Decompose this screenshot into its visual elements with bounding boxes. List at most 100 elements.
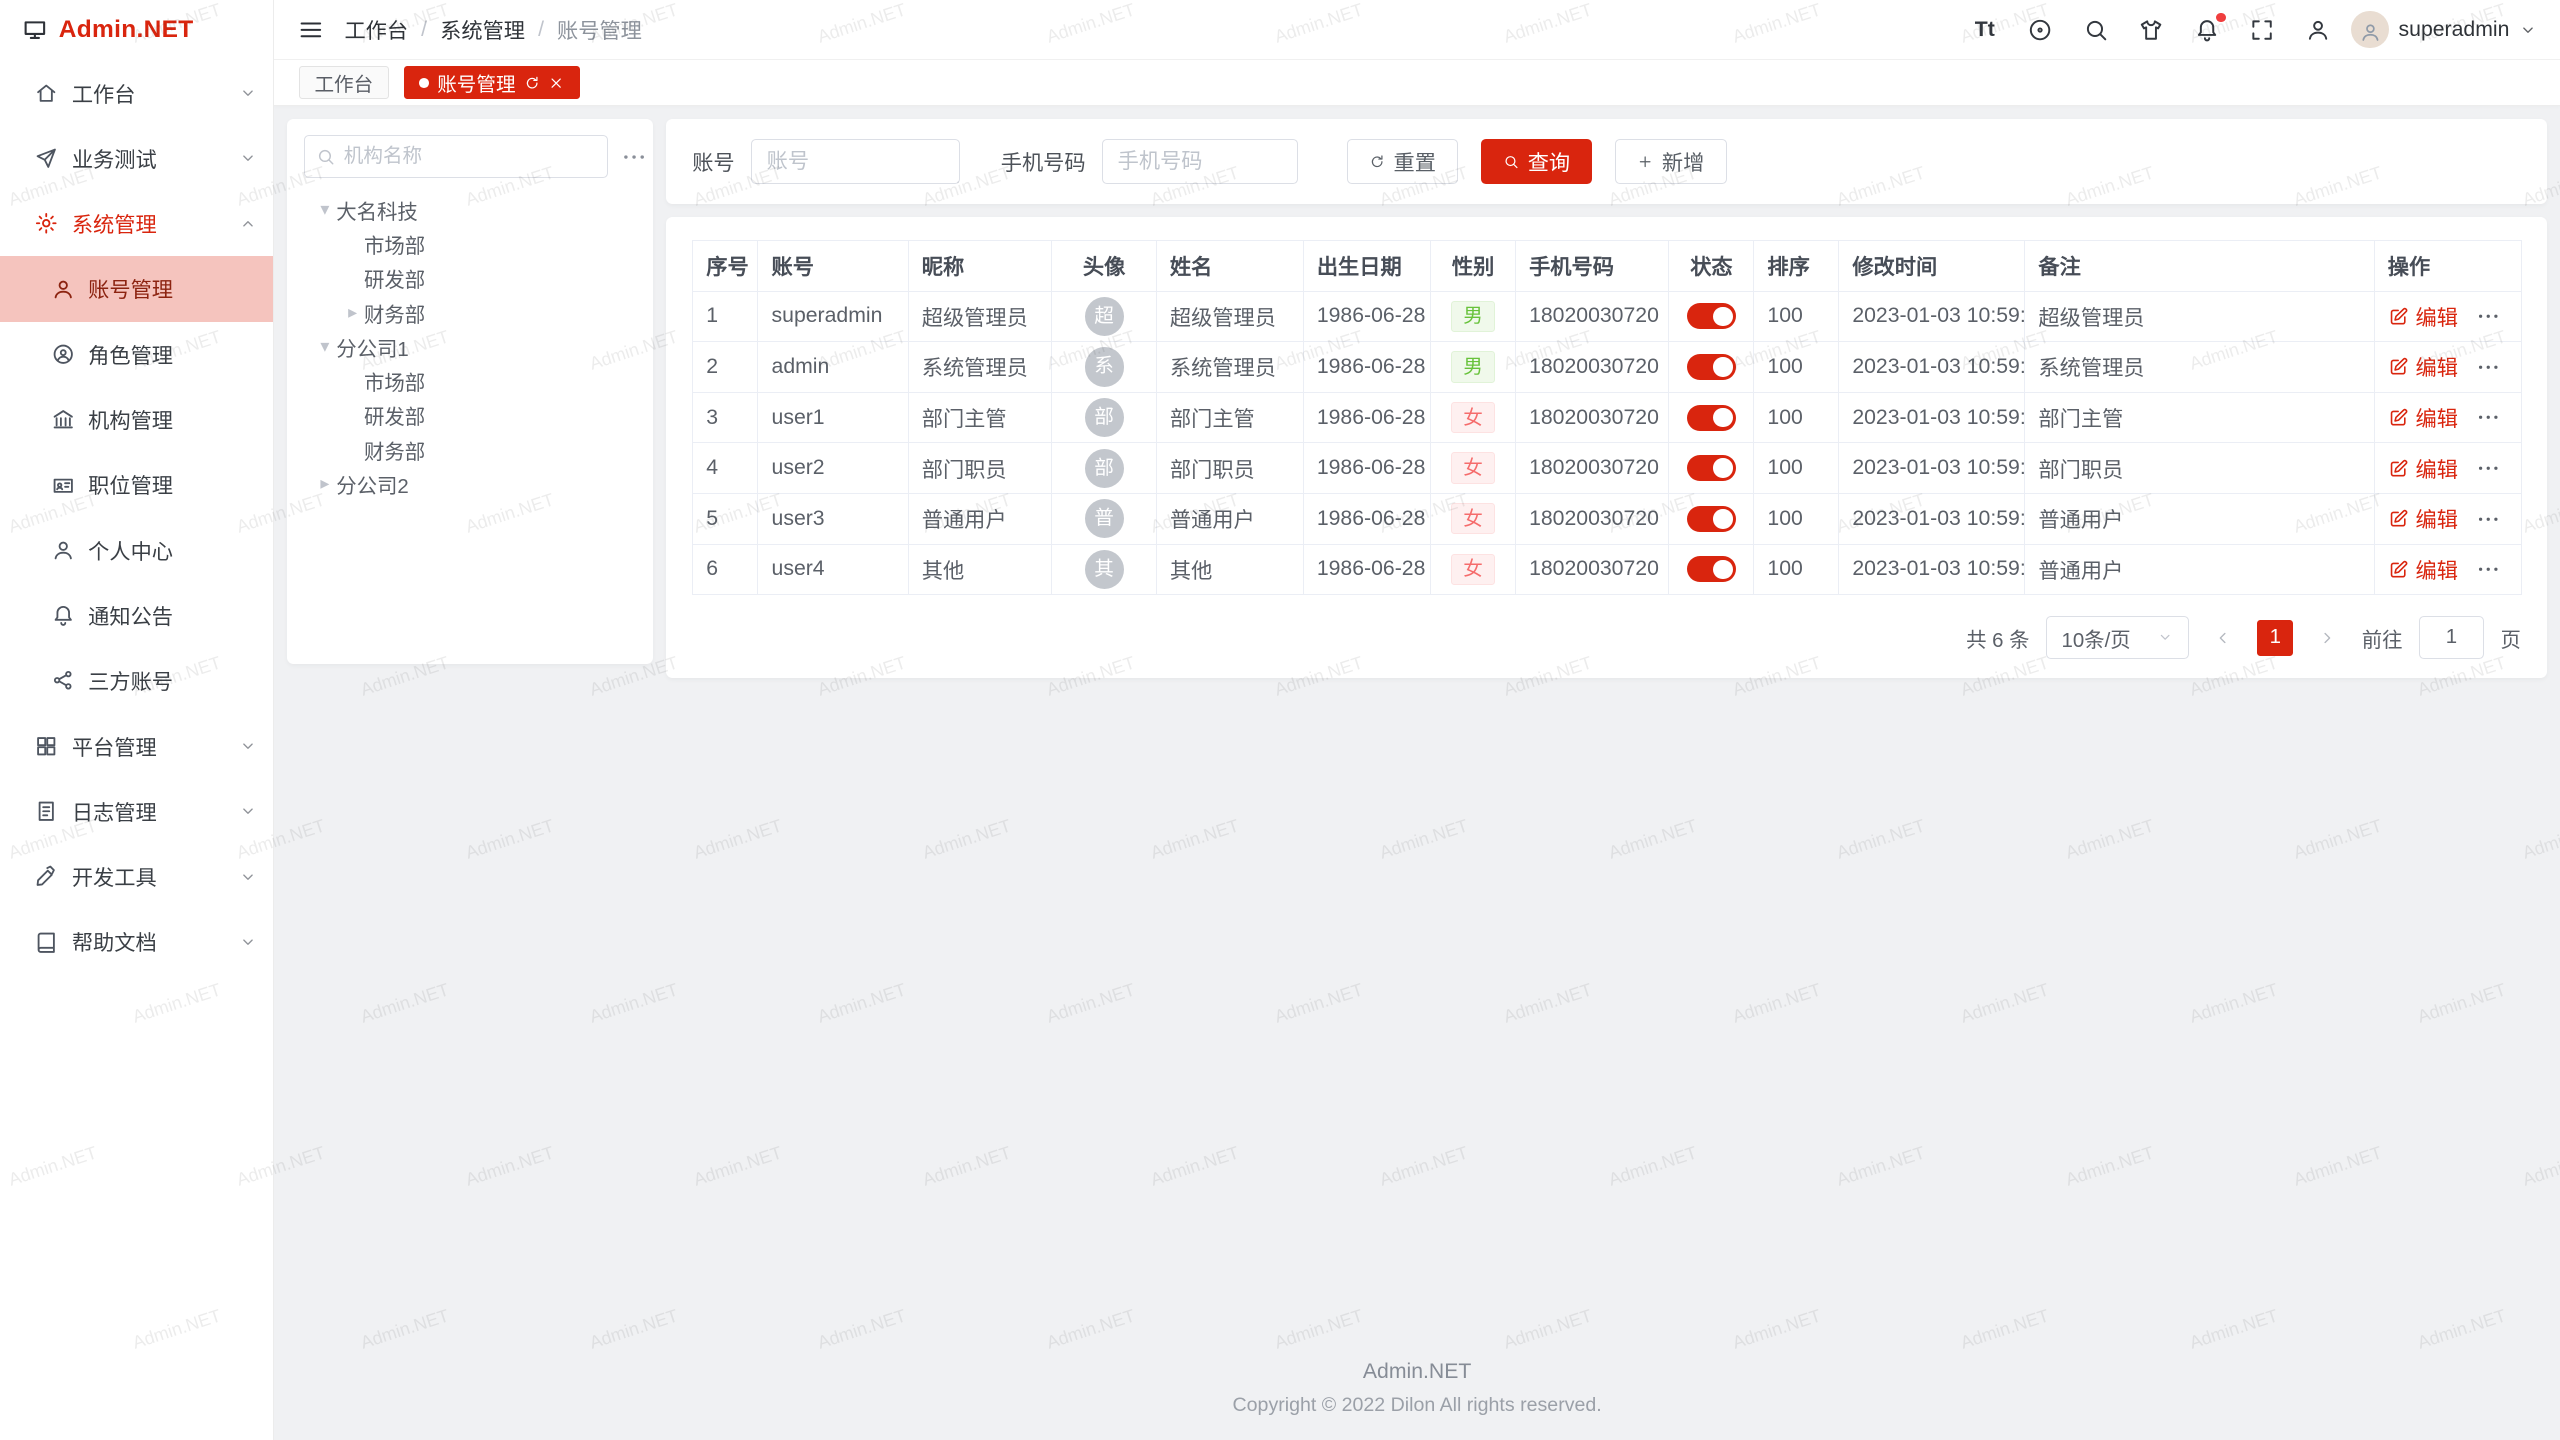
search-button[interactable] bbox=[2082, 16, 2110, 44]
more-actions-button[interactable] bbox=[2476, 456, 2500, 480]
prev-page-button[interactable] bbox=[2205, 620, 2241, 656]
sidebar-item-system-management[interactable]: 系统管理 bbox=[0, 191, 273, 256]
tree-node[interactable]: 研发部 bbox=[304, 398, 637, 432]
cell-avatar: 其 bbox=[1052, 544, 1156, 595]
status-toggle[interactable] bbox=[1687, 354, 1736, 380]
phone-input[interactable] bbox=[1102, 139, 1298, 185]
edit-button[interactable]: 编辑 bbox=[2388, 503, 2458, 534]
tree-node-label: 市场部 bbox=[364, 229, 425, 259]
tree-node-label: 财务部 bbox=[364, 435, 425, 465]
sidebar-item-notice-announcement[interactable]: 通知公告 bbox=[0, 583, 273, 648]
tree-node-label: 分公司2 bbox=[336, 469, 409, 499]
tree-node[interactable]: ▾分公司1 bbox=[304, 330, 637, 364]
sidebar-item-personal-center[interactable]: 个人中心 bbox=[0, 517, 273, 582]
chevdown-icon bbox=[2519, 21, 2537, 39]
more-actions-button[interactable] bbox=[2476, 405, 2500, 429]
font-size-button[interactable]: Tt bbox=[1971, 16, 1999, 44]
sidebar-item-role-management[interactable]: 角色管理 bbox=[0, 322, 273, 387]
reset-icon-wrap bbox=[1369, 153, 1385, 169]
status-toggle[interactable] bbox=[1687, 303, 1736, 329]
status-toggle[interactable] bbox=[1687, 405, 1736, 431]
edit-button[interactable]: 编辑 bbox=[2388, 453, 2458, 484]
edit-button[interactable]: 编辑 bbox=[2388, 554, 2458, 585]
user-icon bbox=[51, 277, 75, 301]
tree-node[interactable]: 研发部 bbox=[304, 261, 637, 295]
tab-close-button[interactable] bbox=[548, 75, 564, 91]
tab-account-management[interactable]: 账号管理 bbox=[404, 66, 581, 99]
table-row: 1superadmin超级管理员超超级管理员1986-06-28男1802003… bbox=[693, 291, 2522, 342]
sidebar-item-third-party-account[interactable]: 三方账号 bbox=[0, 648, 273, 713]
sidebar-item-org-management[interactable]: 机构管理 bbox=[0, 387, 273, 452]
cell-remark: 部门职员 bbox=[2025, 443, 2374, 494]
breadcrumb-item[interactable]: 系统管理 bbox=[440, 14, 525, 45]
caret-right-icon[interactable]: ▸ bbox=[313, 473, 336, 494]
status-toggle[interactable] bbox=[1687, 455, 1736, 481]
tree-node[interactable]: 财务部 bbox=[304, 433, 637, 467]
sidebar-item-workbench[interactable]: 工作台 bbox=[0, 60, 273, 125]
cell-sort: 100 bbox=[1754, 443, 1839, 494]
add-button[interactable]: 新增 bbox=[1615, 139, 1726, 185]
caret-down-icon[interactable]: ▾ bbox=[313, 199, 336, 220]
more-actions-button[interactable] bbox=[2476, 507, 2500, 531]
edit-button[interactable]: 编辑 bbox=[2388, 351, 2458, 382]
caret-right-icon[interactable]: ▸ bbox=[341, 302, 364, 323]
tree-node[interactable]: 市场部 bbox=[304, 364, 637, 398]
cell-modified: 2023-01-03 10:59:44 bbox=[1839, 493, 2025, 544]
tree-node[interactable]: 市场部 bbox=[304, 227, 637, 261]
caret-down-icon[interactable]: ▾ bbox=[313, 336, 336, 357]
sidebar-item-account-management[interactable]: 账号管理 bbox=[0, 256, 273, 321]
breadcrumb-item[interactable]: 账号管理 bbox=[557, 14, 642, 45]
page-number-1[interactable]: 1 bbox=[2257, 620, 2293, 656]
more-actions-button[interactable] bbox=[2476, 304, 2500, 328]
chevdown-icon bbox=[239, 802, 257, 820]
column-header: 状态 bbox=[1669, 240, 1754, 291]
chevdown-icon bbox=[239, 737, 257, 755]
status-toggle[interactable] bbox=[1687, 506, 1736, 532]
cell-name: 部门主管 bbox=[1156, 392, 1303, 443]
profile-button[interactable] bbox=[2304, 16, 2332, 44]
tree-node[interactable]: ▸财务部 bbox=[304, 295, 637, 329]
sidebar-item-business-test[interactable]: 业务测试 bbox=[0, 126, 273, 191]
notification-button[interactable] bbox=[2193, 16, 2221, 44]
more-actions-button[interactable] bbox=[2476, 355, 2500, 379]
tree-node[interactable]: ▾大名科技 bbox=[304, 193, 637, 227]
breadcrumb-item[interactable]: 工作台 bbox=[344, 14, 408, 45]
tab-workbench[interactable]: 工作台 bbox=[299, 66, 389, 99]
sidebar-item-position-management[interactable]: 职位管理 bbox=[0, 452, 273, 517]
menu-toggle-button[interactable] bbox=[297, 16, 325, 44]
org-search-input[interactable] bbox=[344, 145, 596, 168]
cell-index: 3 bbox=[693, 392, 758, 443]
bell-icon bbox=[2194, 17, 2220, 43]
user-icon bbox=[51, 538, 75, 562]
right-column: 账号 手机号码 重置 查询 bbox=[666, 119, 2547, 678]
tree-more-button[interactable] bbox=[621, 144, 647, 170]
sidebar-item-platform-management[interactable]: 平台管理 bbox=[0, 713, 273, 778]
bank-icon bbox=[51, 407, 75, 431]
status-toggle[interactable] bbox=[1687, 556, 1736, 582]
theme-button[interactable] bbox=[2137, 16, 2165, 44]
page-size-select[interactable]: 10条/页 bbox=[2046, 616, 2189, 658]
tree-node[interactable]: ▸分公司2 bbox=[304, 467, 637, 501]
tab-refresh-button[interactable] bbox=[524, 75, 540, 91]
cell-remark: 部门主管 bbox=[2025, 392, 2374, 443]
edit-button[interactable]: 编辑 bbox=[2388, 301, 2458, 332]
sidebar-item-dev-tools[interactable]: 开发工具 bbox=[0, 844, 273, 909]
sidebar-item-label: 三方账号 bbox=[88, 665, 173, 696]
account-input[interactable] bbox=[751, 139, 960, 185]
search-button[interactable]: 查询 bbox=[1481, 139, 1592, 185]
locate-button[interactable] bbox=[2026, 16, 2054, 44]
chevdown-icon bbox=[239, 933, 257, 951]
sidebar-item-log-management[interactable]: 日志管理 bbox=[0, 779, 273, 844]
user-menu[interactable]: superadmin bbox=[2351, 11, 2537, 49]
table-row: 5user3普通用户普普通用户1986-06-28女18020030720100… bbox=[693, 493, 2522, 544]
edit-button[interactable]: 编辑 bbox=[2388, 402, 2458, 433]
sidebar-item-help-docs[interactable]: 帮助文档 bbox=[0, 909, 273, 974]
cell-modified: 2023-01-03 10:59:44 bbox=[1839, 392, 2025, 443]
refresh-icon bbox=[1369, 152, 1385, 172]
reset-button[interactable]: 重置 bbox=[1347, 139, 1458, 185]
next-page-button[interactable] bbox=[2310, 620, 2346, 656]
sidebar-item-label: 通知公告 bbox=[88, 600, 173, 631]
fullscreen-button[interactable] bbox=[2248, 16, 2276, 44]
more-actions-button[interactable] bbox=[2476, 557, 2500, 581]
goto-page-input[interactable] bbox=[2419, 616, 2484, 658]
